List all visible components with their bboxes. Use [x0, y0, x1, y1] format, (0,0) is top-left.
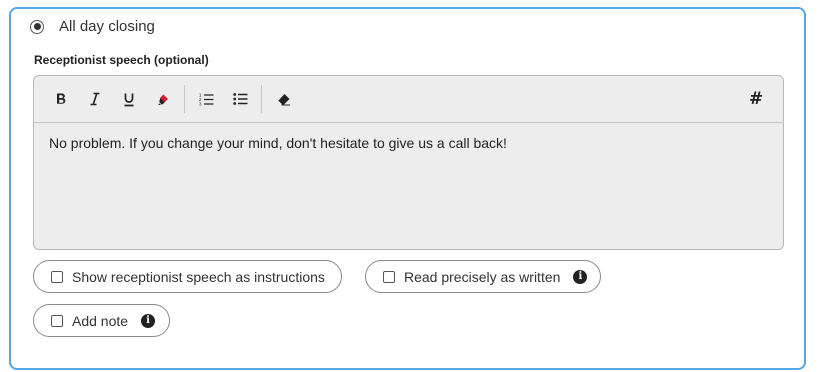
show-as-instructions-checkbox[interactable]: [51, 270, 63, 283]
receptionist-speech-editor[interactable]: 1 2 3 # No problem. If you change your m…: [33, 75, 784, 250]
toolbar-separator: [184, 85, 185, 113]
bold-button[interactable]: [48, 86, 74, 112]
show-as-instructions-label: Show receptionist speech as instructions: [72, 268, 325, 285]
svg-text:3: 3: [199, 102, 202, 107]
read-precisely-option[interactable]: Read precisely as written i: [365, 260, 601, 293]
all-day-closing-option[interactable]: All day closing: [30, 18, 155, 35]
show-as-instructions-option[interactable]: Show receptionist speech as instructions: [33, 260, 342, 293]
numbered-list-icon: 1 2 3: [199, 93, 213, 107]
read-precisely-checkbox[interactable]: [383, 270, 395, 283]
highlight-icon: [157, 94, 168, 105]
italic-icon: [90, 92, 100, 106]
hash-button[interactable]: #: [743, 86, 769, 112]
info-icon[interactable]: i: [141, 313, 156, 328]
all-day-closing-radio[interactable]: [30, 19, 44, 34]
add-note-label: Add note: [72, 312, 129, 329]
receptionist-speech-label: Receptionist speech (optional): [34, 53, 209, 67]
underline-button[interactable]: [116, 86, 142, 112]
info-icon[interactable]: i: [573, 269, 588, 284]
underline-icon: [124, 93, 134, 106]
clear-format-button[interactable]: [270, 86, 296, 112]
all-day-closing-label: All day closing: [59, 18, 155, 35]
bold-icon: [57, 93, 66, 104]
eraser-icon: [277, 93, 290, 105]
add-note-option[interactable]: Add note i: [33, 304, 170, 337]
toolbar-separator: [261, 85, 262, 113]
read-precisely-label: Read precisely as written: [404, 268, 561, 285]
bullet-list-button[interactable]: [227, 86, 253, 112]
add-note-checkbox[interactable]: [51, 314, 63, 327]
bullet-list-icon: [232, 93, 247, 105]
highlight-button[interactable]: [150, 86, 176, 112]
italic-button[interactable]: [82, 86, 108, 112]
numbered-list-button[interactable]: 1 2 3: [193, 86, 219, 112]
editor-toolbar: 1 2 3 #: [34, 76, 783, 123]
closing-panel: All day closing Receptionist speech (opt…: [9, 7, 806, 370]
radio-selected-dot: [33, 23, 41, 30]
receptionist-speech-text[interactable]: No problem. If you change your mind, don…: [34, 123, 783, 163]
